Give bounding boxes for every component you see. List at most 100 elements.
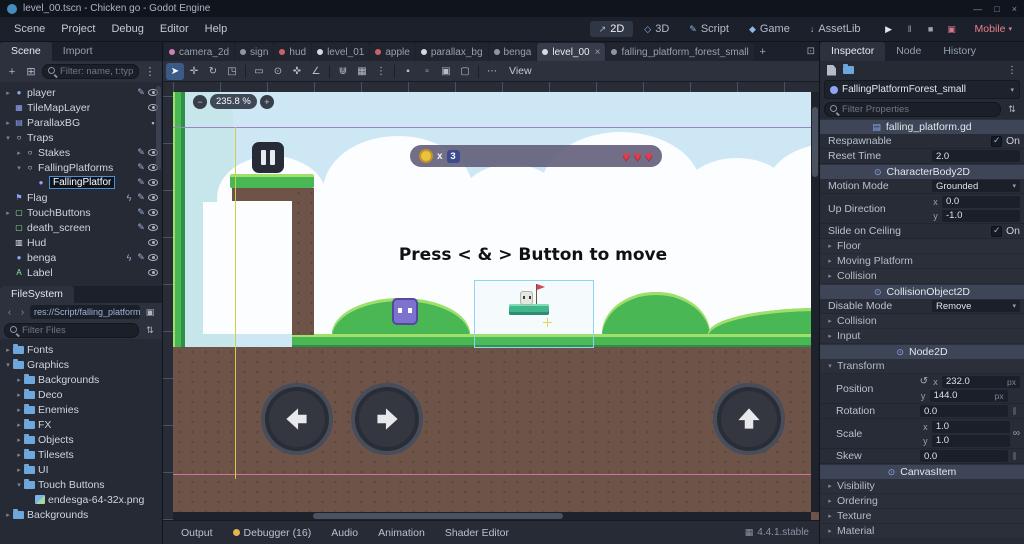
position-x-field[interactable]: 232.0 px	[942, 375, 1020, 388]
scene-node-benga[interactable]: ● benga ϟ ✎	[0, 250, 162, 265]
value-slider[interactable]	[1010, 405, 1020, 417]
bottom-panel-audio[interactable]: Audio	[323, 525, 366, 541]
revert-icon[interactable]: ↺	[920, 376, 928, 387]
bottom-panel-shader-editor[interactable]: Shader Editor	[437, 525, 517, 541]
visibility-icon[interactable]	[148, 179, 158, 186]
filesystem-filter-input[interactable]	[22, 324, 133, 336]
new-scene-tab-button[interactable]: +	[755, 43, 771, 61]
expand-arrow-icon[interactable]: ▸	[14, 149, 24, 157]
version-info[interactable]: ▦ 4.4.1.stable	[745, 527, 809, 538]
snap-options-button[interactable]: ⋮	[372, 63, 390, 80]
ungroup-object-button[interactable]: ▢	[456, 63, 474, 80]
scene-node-stakes[interactable]: ▸ ○ Stakes ✎	[0, 145, 162, 160]
2d-viewport[interactable]: x 3 ♥ ♥ ♥ Press < & > Button to move − 2…	[163, 82, 819, 520]
close-tab-icon[interactable]: ×	[595, 47, 601, 58]
expand-arrow-icon[interactable]: ▸	[3, 119, 13, 127]
fs-item-enemies[interactable]: ▸ Enemies	[0, 402, 162, 417]
inspector-menu-icon[interactable]: ⋮	[1007, 65, 1017, 76]
skew-field[interactable]: 0.0	[920, 450, 1008, 462]
scene-tree-menu-button[interactable]: ⋮	[142, 64, 158, 80]
position-y-field[interactable]: 144.0 px	[929, 389, 1008, 402]
bottom-panel-output[interactable]: Output	[173, 525, 221, 541]
new-resource-icon[interactable]	[827, 64, 836, 76]
scene-node-label[interactable]: A Label	[0, 265, 162, 280]
scene-tab-sign[interactable]: sign	[235, 43, 274, 61]
scale-tool-button[interactable]: ◳	[223, 63, 241, 80]
visibility-icon[interactable]	[148, 224, 158, 231]
inspector-group-material[interactable]: ▸ Material	[820, 524, 1024, 539]
reset-time-field[interactable]: 2.0	[932, 150, 1020, 162]
move-tool-button[interactable]: ✛	[185, 63, 203, 80]
script-icon[interactable]: ✎	[135, 162, 147, 173]
scene-node-death-screen[interactable]: ▢ death_screen ✎	[0, 220, 162, 235]
scene-node-hud[interactable]: ▥ Hud	[0, 235, 162, 250]
group-object-button[interactable]: ▣	[437, 63, 455, 80]
script-icon[interactable]: ✎	[135, 222, 147, 233]
instance-scene-button[interactable]: ⊞	[23, 64, 39, 80]
scene-node-parallaxbg[interactable]: ▸ ▤ ParallaxBG ▪	[0, 115, 162, 130]
fs-item-fonts[interactable]: ▸ Fonts	[0, 342, 162, 357]
ruler-tool-button[interactable]: ∠	[307, 63, 325, 80]
rename-input[interactable]	[49, 176, 115, 189]
scene-tab-benga[interactable]: benga	[488, 43, 537, 61]
rotation-field[interactable]: 0.0	[920, 405, 1008, 417]
expand-arrow-icon[interactable]: ▸	[3, 346, 13, 354]
rotate-tool-button[interactable]: ↻	[204, 63, 222, 80]
lock-object-button[interactable]: ▪	[399, 63, 417, 80]
scene-panel-tab-import[interactable]: Import	[52, 42, 104, 61]
scene-node-traps[interactable]: ▾ ○ Traps	[0, 130, 162, 145]
value-slider[interactable]	[1010, 450, 1020, 462]
visibility-icon[interactable]	[148, 194, 158, 201]
close-button[interactable]: ×	[1012, 4, 1017, 14]
scene-tab-parallax-bg[interactable]: parallax_bg	[415, 43, 488, 61]
expand-arrow-icon[interactable]: ▾	[3, 361, 13, 369]
scene-node-tilemaplayer[interactable]: ▦ TileMapLayer	[0, 100, 162, 115]
zoom-out-button[interactable]: −	[193, 94, 207, 109]
link-scale-icon[interactable]: ∞	[1013, 428, 1020, 439]
current-path[interactable]: res://Script/falling_platform.g	[30, 305, 140, 319]
inspector-group-ordering[interactable]: ▸ Ordering	[820, 494, 1024, 509]
workspace-2d[interactable]: ↗ 2D	[589, 21, 634, 37]
script-icon[interactable]: ✎	[135, 252, 147, 263]
pivot-tool-button[interactable]: ⊙	[269, 63, 287, 80]
inspector-group-texture[interactable]: ▸ Texture	[820, 509, 1024, 524]
expand-arrow-icon[interactable]: ▸	[14, 406, 24, 414]
inspector-group-visibility[interactable]: ▸ Visibility	[820, 479, 1024, 494]
scene-node-player[interactable]: ▸ ● player ✎	[0, 85, 162, 100]
expand-arrow-icon[interactable]: ▸	[14, 421, 24, 429]
inspector-tab-inspector[interactable]: Inspector	[820, 42, 886, 61]
bottom-panel-animation[interactable]: Animation	[370, 525, 433, 541]
v-scrollbar[interactable]	[811, 92, 819, 512]
expand-arrow-icon[interactable]: ▸	[3, 511, 13, 519]
list-select-tool-button[interactable]: ▭	[250, 63, 268, 80]
pause-button[interactable]: ‖	[901, 20, 919, 38]
respawnable-checkbox[interactable]: ✓	[990, 135, 1002, 147]
enemy-sprite[interactable]	[392, 298, 418, 325]
inspector-group-floor[interactable]: ▸ Floor	[820, 239, 1024, 254]
expand-arrow-icon[interactable]: ▸	[3, 89, 13, 97]
scene-tab-apple[interactable]: apple	[370, 43, 415, 61]
sort-files-icon[interactable]: ⇅	[142, 322, 158, 338]
visibility-icon[interactable]	[148, 269, 158, 276]
scene-tab-level-00[interactable]: level_00 ×	[537, 43, 606, 61]
motion-mode-dropdown[interactable]: Grounded ▾	[932, 180, 1020, 192]
expand-arrow-icon[interactable]: ▾	[14, 164, 24, 172]
inspector-category-node2d[interactable]: ⊙ Node2D	[820, 344, 1024, 359]
menu-help[interactable]: Help	[197, 21, 236, 37]
workspace-3d[interactable]: ◇ 3D	[635, 21, 678, 37]
history-forward-icon[interactable]: ›	[17, 307, 28, 318]
pan-tool-button[interactable]: ✜	[288, 63, 306, 80]
property-tools-icon[interactable]: ⇅	[1004, 101, 1020, 117]
workspace-assetlib[interactable]: ↓ AssetLib	[801, 21, 870, 37]
grid-snap-button[interactable]: ▦	[353, 63, 371, 80]
select-tool-button[interactable]: ➤	[166, 62, 184, 80]
movie-mode-button[interactable]: ▣	[943, 20, 961, 38]
bottom-panel-debugger-16[interactable]: Debugger (16)	[225, 525, 320, 541]
fs-item-tilesets[interactable]: ▸ Tilesets	[0, 447, 162, 462]
scene-tab-camera-2d[interactable]: camera_2d	[164, 43, 235, 61]
scene-tab-hud[interactable]: hud	[274, 43, 312, 61]
scene-filter-input[interactable]	[60, 66, 133, 77]
script-icon[interactable]: ✎	[135, 147, 147, 158]
fs-item-backgrounds[interactable]: ▸ Backgrounds	[0, 507, 162, 522]
fs-item-deco[interactable]: ▸ Deco	[0, 387, 162, 402]
